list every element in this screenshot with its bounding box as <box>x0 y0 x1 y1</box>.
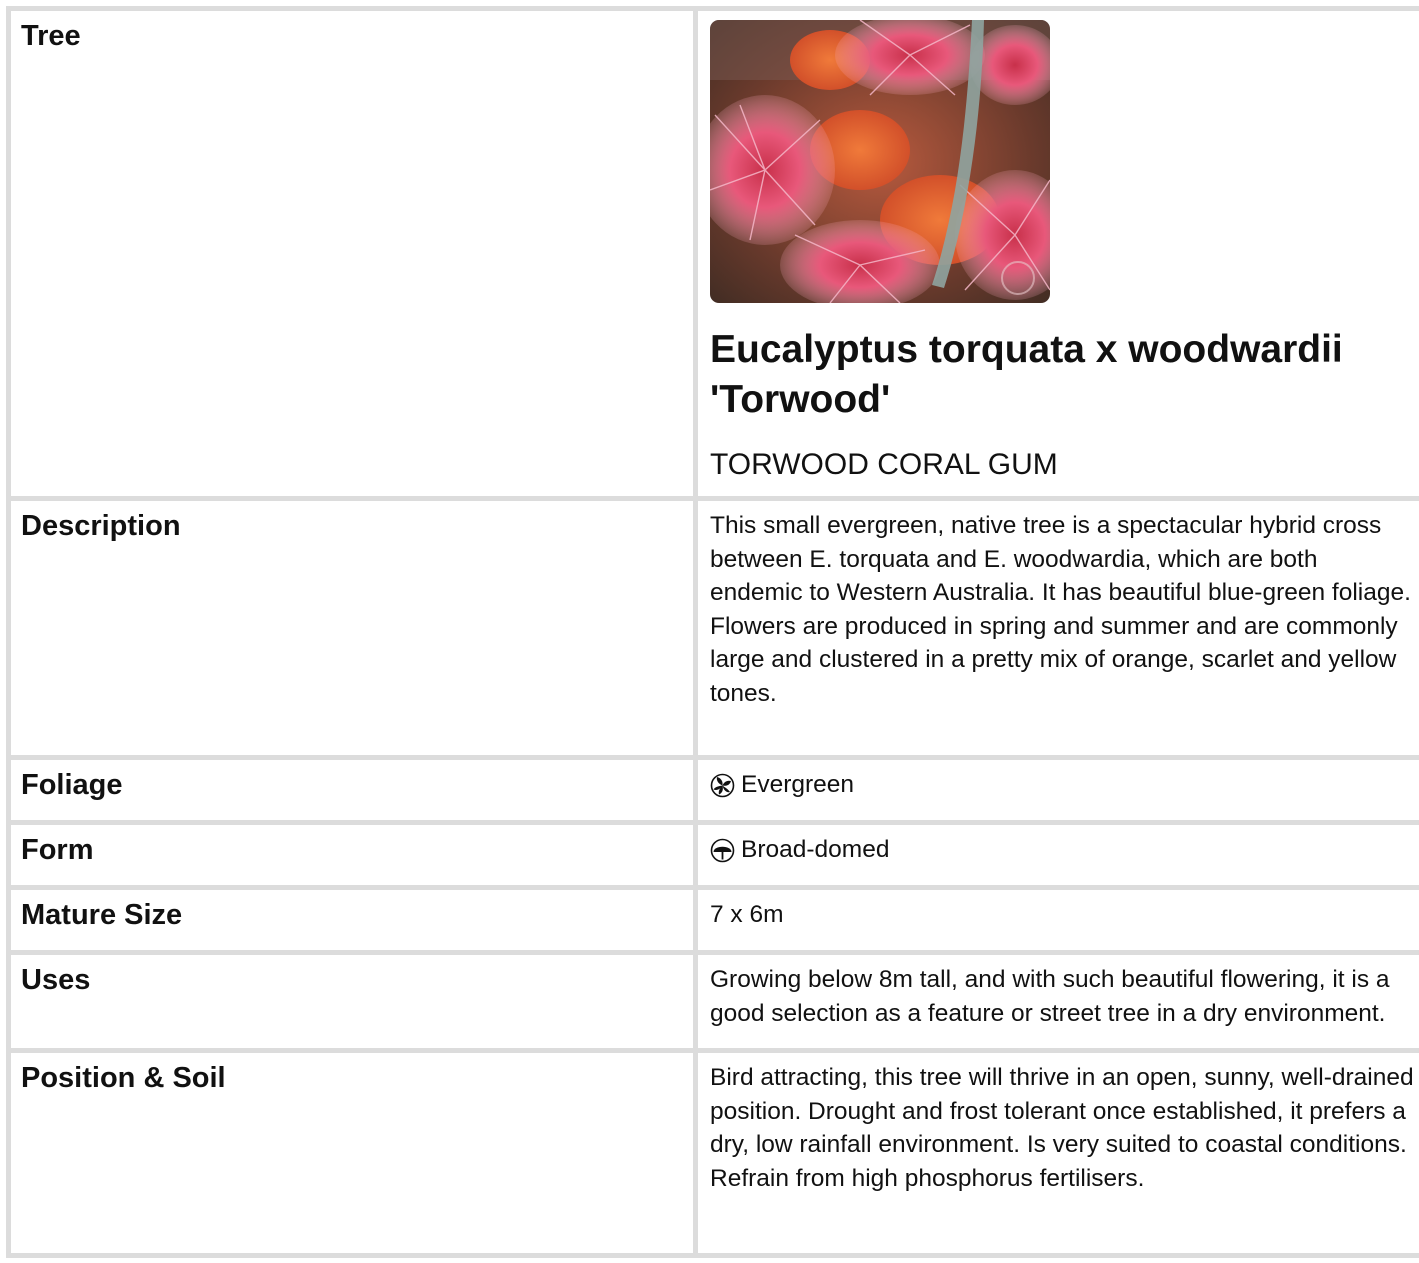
description-value: This small evergreen, native tree is a s… <box>710 512 1411 707</box>
form-value-cell: Broad-domed <box>698 825 1419 885</box>
position-soil-row: Position & Soil Bird attracting, this tr… <box>11 1053 1419 1258</box>
tree-icon <box>710 838 735 873</box>
form-row: Form Broad-domed <box>11 825 1419 890</box>
tree-row: Tree Eucalyptus torquata x woodwardii 'T… <box>11 11 1419 501</box>
position-soil-value: Bird attracting, this tree will thrive i… <box>710 1064 1414 1192</box>
foliage-label: Foliage <box>11 760 698 820</box>
description-label: Description <box>11 501 698 755</box>
description-row: Description This small evergreen, native… <box>11 501 1419 760</box>
uses-row: Uses Growing below 8m tall, and with suc… <box>11 955 1419 1053</box>
foliage-value-cell: Evergreen <box>698 760 1419 820</box>
tree-label: Tree <box>11 11 698 496</box>
species-name: Eucalyptus torquata x woodwardii 'Torwoo… <box>710 328 1343 421</box>
mature-size-row: Mature Size 7 x 6m <box>11 890 1419 955</box>
uses-value: Growing below 8m tall, and with such bea… <box>710 966 1390 1027</box>
plant-info-table: Tree Eucalyptus torquata x woodwardii 'T… <box>6 6 1419 1258</box>
form-value: Broad-domed <box>741 836 890 863</box>
mature-size-value: 7 x 6m <box>710 901 784 928</box>
position-soil-label: Position & Soil <box>11 1053 698 1253</box>
uses-label: Uses <box>11 955 698 1048</box>
foliage-row: Foliage Evergreen <box>11 760 1419 825</box>
tree-details: Eucalyptus torquata x woodwardii 'Torwoo… <box>698 11 1419 496</box>
foliage-value: Evergreen <box>741 771 855 798</box>
flower-photo <box>710 20 1050 303</box>
form-label: Form <box>11 825 698 885</box>
mature-size-label: Mature Size <box>11 890 698 950</box>
common-name: TORWOOD CORAL GUM <box>710 448 1058 481</box>
leaf-icon <box>710 773 735 808</box>
